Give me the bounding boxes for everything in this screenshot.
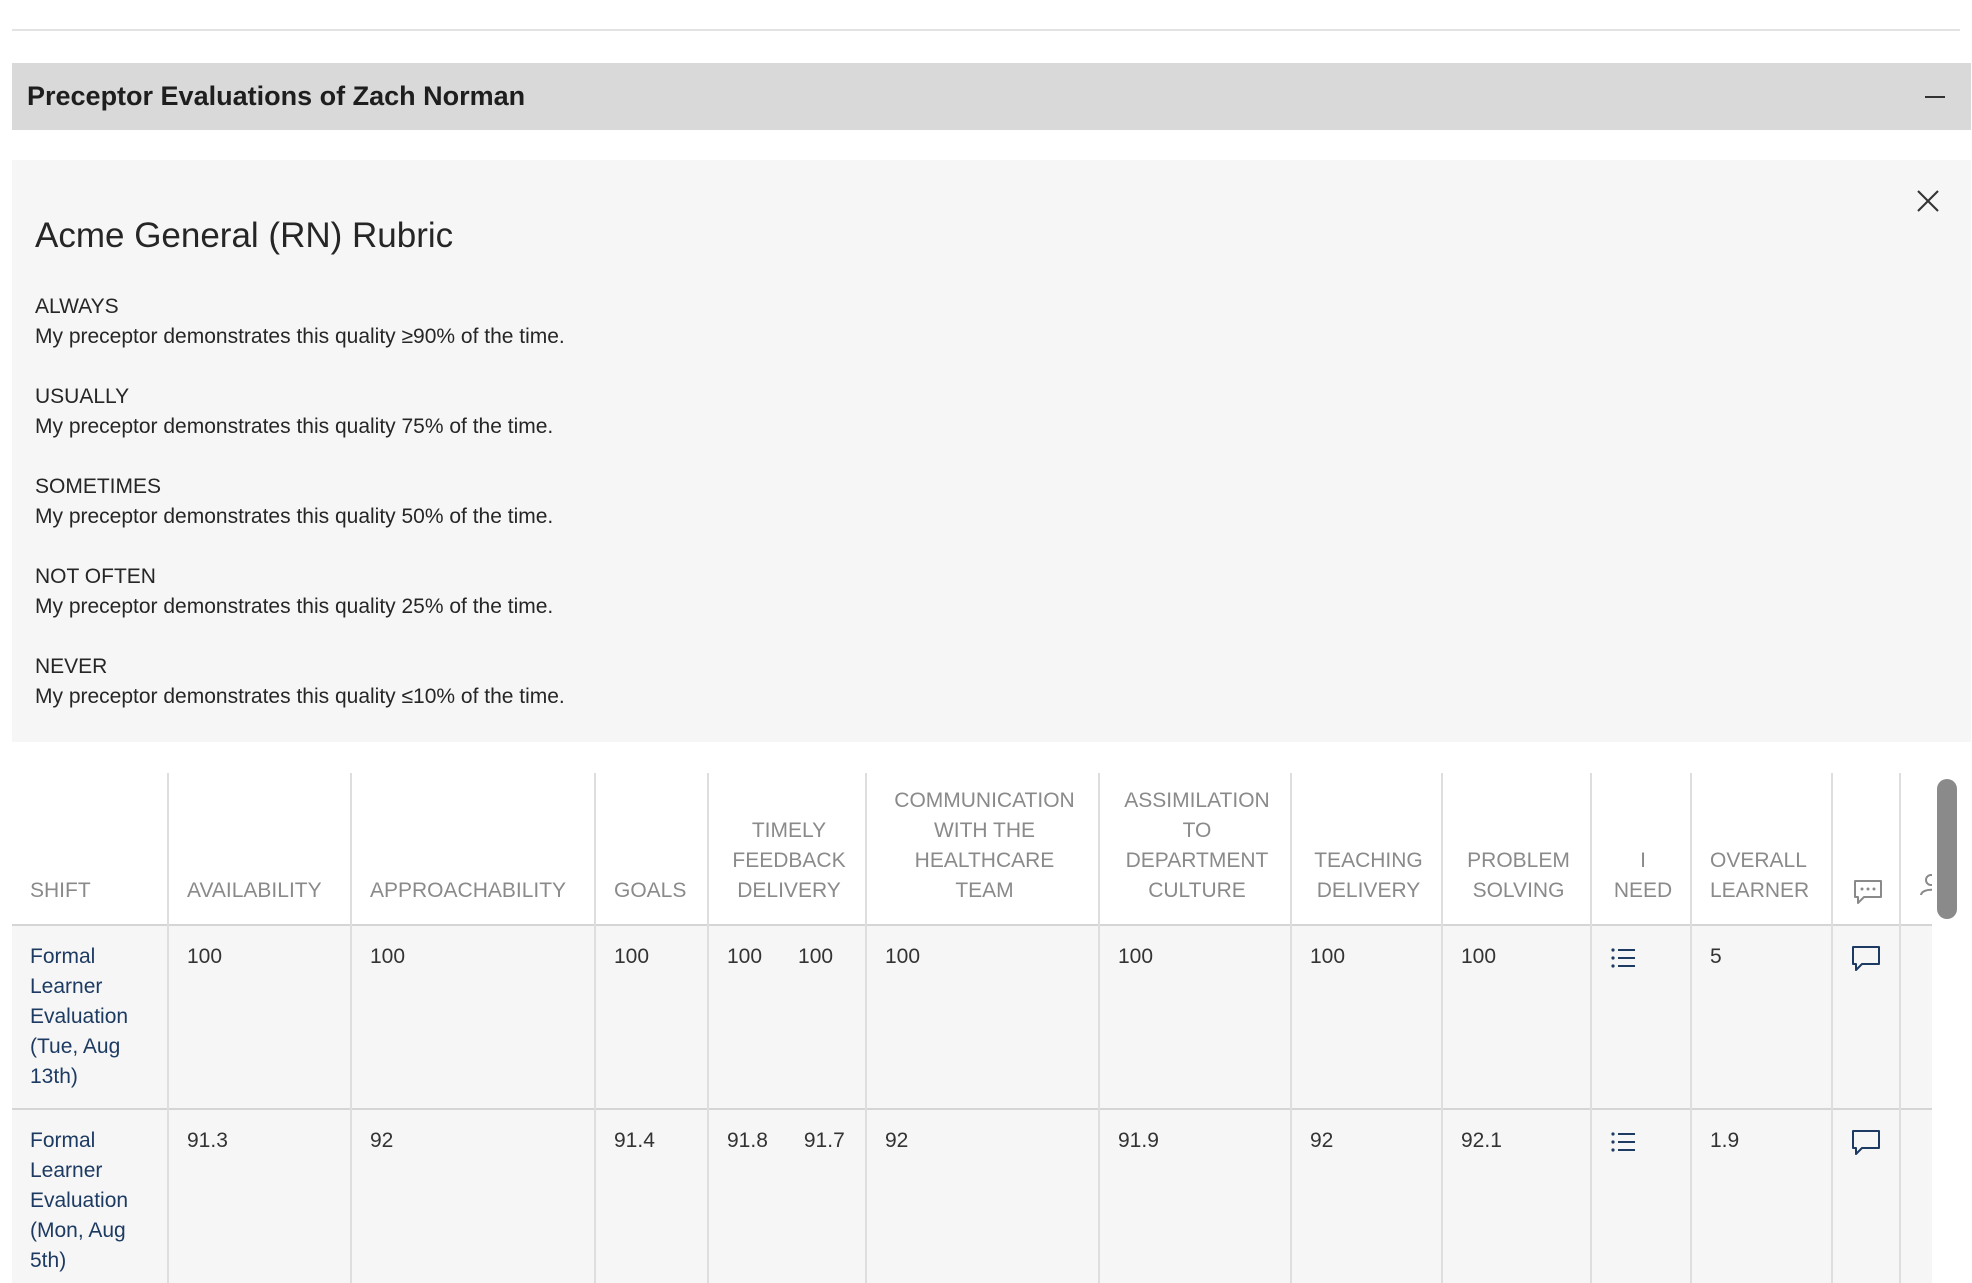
- problem-solving-cell: 92.1: [1441, 1109, 1591, 1283]
- person-icon: [1920, 874, 1932, 896]
- section-header[interactable]: Preceptor Evaluations of Zach Norman: [12, 63, 1971, 130]
- level-description: My preceptor demonstrates this quality ≥…: [35, 325, 565, 348]
- col-teaching-delivery[interactable]: Teaching Delivery: [1290, 773, 1442, 925]
- rubric-panel: Acme General (RN) Rubric ALWAYS My prece…: [12, 160, 1971, 742]
- col-goals[interactable]: Goals: [594, 773, 708, 925]
- col-approachability[interactable]: Approachability: [350, 773, 595, 925]
- shift-link[interactable]: Formal Learner Evaluation (Mon, Aug 5th): [30, 1129, 128, 1272]
- comments-icon: [1854, 880, 1882, 904]
- i-need-cell: [1590, 925, 1691, 1109]
- minus-icon: [1925, 95, 1945, 98]
- timely-feedback-value: 100: [727, 945, 763, 968]
- comment-icon[interactable]: [1851, 944, 1881, 974]
- table-row: Formal Learner Evaluation (Tue, Aug 13th…: [12, 925, 1932, 1109]
- level-name: USUALLY: [35, 385, 130, 408]
- approachability-cell: 100: [350, 925, 595, 1109]
- rubric-level: ALWAYS My preceptor demonstrates this qu…: [35, 292, 1948, 352]
- col-timely-feedback[interactable]: Timely Feedback Delivery: [707, 773, 866, 925]
- rubric-level: SOMETIMES My preceptor demonstrates this…: [35, 472, 1948, 532]
- rubric-level: NOT OFTEN My preceptor demonstrates this…: [35, 562, 1948, 622]
- assimilation-cell: 91.9: [1098, 1109, 1291, 1283]
- top-divider: [12, 29, 1960, 31]
- communication-cell: 92: [865, 1109, 1099, 1283]
- rubric-level: USUALLY My preceptor demonstrates this q…: [35, 382, 1948, 442]
- list-icon[interactable]: [1610, 1131, 1636, 1153]
- availability-cell: 100: [167, 925, 351, 1109]
- evaluations-table-container: Shift Availability Approachability Goals…: [12, 773, 1932, 1283]
- col-person[interactable]: [1899, 773, 1932, 925]
- communication-cell: 100: [865, 925, 1099, 1109]
- section-title: Preceptor Evaluations of Zach Norman: [27, 81, 526, 111]
- col-overall-learner[interactable]: Overall Learner: [1690, 773, 1832, 925]
- teaching-delivery-cell: 100: [1290, 925, 1442, 1109]
- level-name: ALWAYS: [35, 295, 119, 318]
- table-row: Formal Learner Evaluation (Mon, Aug 5th)…: [12, 1109, 1932, 1283]
- person-cell: [1899, 925, 1932, 1109]
- table-header-row: Shift Availability Approachability Goals…: [12, 773, 1932, 925]
- timely-feedback-value: 91.7: [803, 1129, 845, 1152]
- level-description: My preceptor demonstrates this quality 7…: [35, 415, 554, 438]
- col-comments[interactable]: [1831, 773, 1900, 925]
- level-name: SOMETIMES: [35, 475, 162, 498]
- timely-feedback-cell: 100 100: [707, 925, 866, 1109]
- col-communication[interactable]: Communication with the Healthcare Team: [865, 773, 1099, 925]
- rubric-title: Acme General (RN) Rubric: [35, 216, 454, 255]
- evaluations-table: Shift Availability Approachability Goals…: [12, 773, 1932, 1283]
- timely-feedback-value: 91.8: [727, 1129, 768, 1152]
- close-button[interactable]: [1915, 188, 1941, 214]
- level-description: My preceptor demonstrates this quality 5…: [35, 505, 554, 528]
- goals-cell: 91.4: [594, 1109, 708, 1283]
- col-availability[interactable]: Availability: [167, 773, 351, 925]
- assimilation-cell: 100: [1098, 925, 1291, 1109]
- availability-cell: 91.3: [167, 1109, 351, 1283]
- goals-cell: 100: [594, 925, 708, 1109]
- timely-feedback-cell: 91.8 91.7: [707, 1109, 866, 1283]
- overall-learner-cell: 1.9: [1690, 1109, 1832, 1283]
- close-icon: [1917, 190, 1939, 212]
- comment-cell: [1831, 1109, 1900, 1283]
- approachability-cell: 92: [350, 1109, 595, 1283]
- level-description: My preceptor demonstrates this quality 2…: [35, 595, 554, 618]
- col-assimilation[interactable]: Assimilation to Department Culture: [1098, 773, 1291, 925]
- comment-icon[interactable]: [1851, 1128, 1881, 1158]
- level-name: NEVER: [35, 655, 108, 678]
- collapse-button[interactable]: [1923, 85, 1947, 109]
- list-icon[interactable]: [1610, 947, 1636, 969]
- level-description: My preceptor demonstrates this quality ≤…: [35, 685, 565, 708]
- level-name: NOT OFTEN: [35, 565, 156, 588]
- timely-feedback-value: 100: [798, 945, 834, 968]
- overall-learner-cell: 5: [1690, 925, 1832, 1109]
- rubric-level: NEVER My preceptor demonstrates this qua…: [35, 652, 1948, 712]
- i-need-cell: [1590, 1109, 1691, 1283]
- problem-solving-cell: 100: [1441, 925, 1591, 1109]
- col-shift[interactable]: Shift: [12, 773, 168, 925]
- col-i-need[interactable]: I Need: [1590, 773, 1691, 925]
- teaching-delivery-cell: 92: [1290, 1109, 1442, 1283]
- person-cell: [1899, 1109, 1932, 1283]
- shift-link[interactable]: Formal Learner Evaluation (Tue, Aug 13th…: [30, 945, 128, 1088]
- comment-cell: [1831, 925, 1900, 1109]
- table-scrollbar-thumb[interactable]: [1937, 779, 1957, 919]
- col-problem-solving[interactable]: Problem Solving: [1441, 773, 1591, 925]
